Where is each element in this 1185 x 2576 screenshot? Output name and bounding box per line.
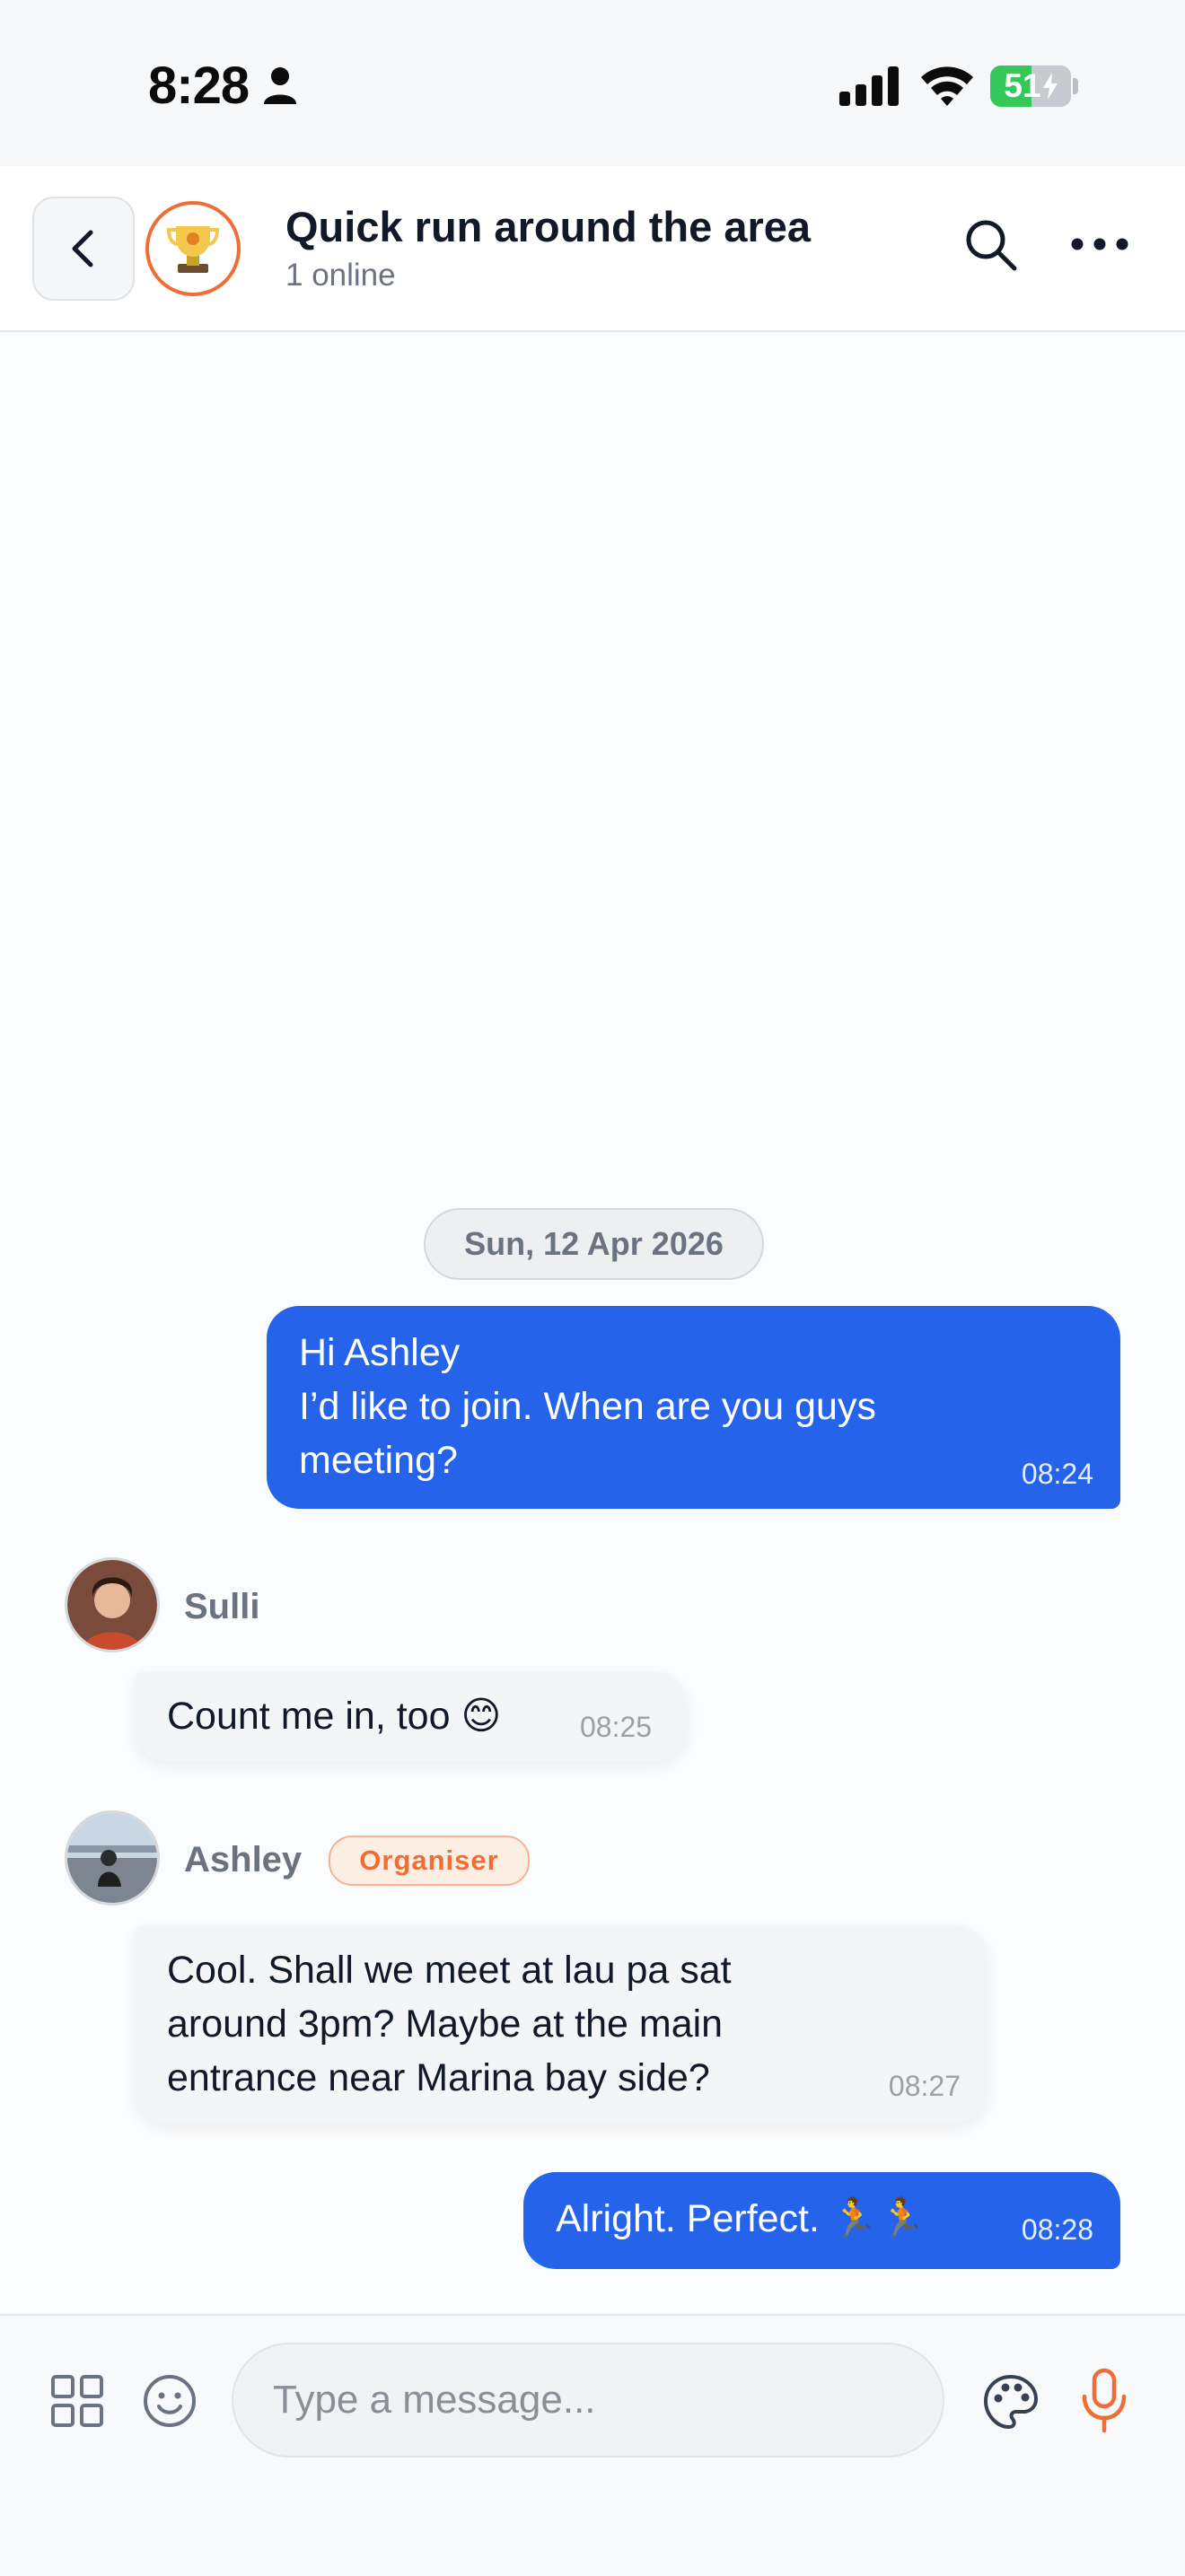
more-horizontal-icon[interactable] [1068,231,1131,258]
sender-name: Ashley [184,1840,303,1879]
sender-name: Sulli [184,1587,260,1626]
message-input[interactable] [232,2343,944,2458]
chat-header: Quick run around the area 1 online [0,166,1185,332]
emoji-icon[interactable] [142,2373,198,2429]
avatar[interactable] [65,1810,160,1906]
battery-value: 51 [1004,67,1041,104]
chevron-left-icon [72,230,93,267]
signal-icon [839,66,899,106]
message-text: Count me in, too 😊 [167,1695,502,1738]
message-composer [0,2314,1185,2576]
message-bubble-outgoing[interactable]: Alright. Perfect. 🏃🏃 08:28 [523,2172,1120,2269]
palette-icon[interactable] [982,2373,1040,2431]
ashley-avatar-photo [67,1813,157,1903]
battery-cap [1073,78,1078,94]
message-bubble-outgoing[interactable]: Hi Ashley I’d like to join. When are you… [267,1306,1120,1509]
grid-icon[interactable] [50,2374,104,2428]
microphone-icon[interactable] [1077,2368,1131,2434]
status-bar: 8:28 51 [0,0,1185,166]
group-avatar[interactable] [145,201,241,296]
message-text: Alright. Perfect. 🏃🏃 [556,2197,926,2240]
battery-percent: 51 [990,66,1071,107]
search-icon[interactable] [961,215,1020,274]
wifi-icon [921,66,973,106]
person-icon [264,67,296,104]
message-time: 08:25 [580,1711,653,1743]
trophy-icon [166,226,220,273]
chat-title: Quick run around the area [285,203,812,250]
organiser-badge: Organiser [329,1836,530,1886]
message-text: Cool. Shall we meet at lau pa sat around… [167,1949,732,2099]
date-divider: Sun, 12 Apr 2026 [424,1208,764,1280]
back-button[interactable] [32,197,135,301]
message-time: 08:27 [888,2070,961,2102]
status-time: 8:28 [148,57,250,115]
message-bubble-incoming[interactable]: Cool. Shall we meet at lau pa sat around… [135,1925,988,2123]
message-text: Hi Ashley I’d like to join. When are you… [299,1331,876,1482]
online-status: 1 online [285,258,396,293]
message-time: 08:28 [1021,2213,1093,2246]
charging-bolt-icon [1042,73,1058,100]
sulli-avatar-photo [67,1560,157,1650]
avatar[interactable] [65,1557,160,1652]
message-bubble-incoming[interactable]: Count me in, too 😊 08:25 [135,1671,687,1761]
message-time: 08:24 [1021,1458,1093,1490]
